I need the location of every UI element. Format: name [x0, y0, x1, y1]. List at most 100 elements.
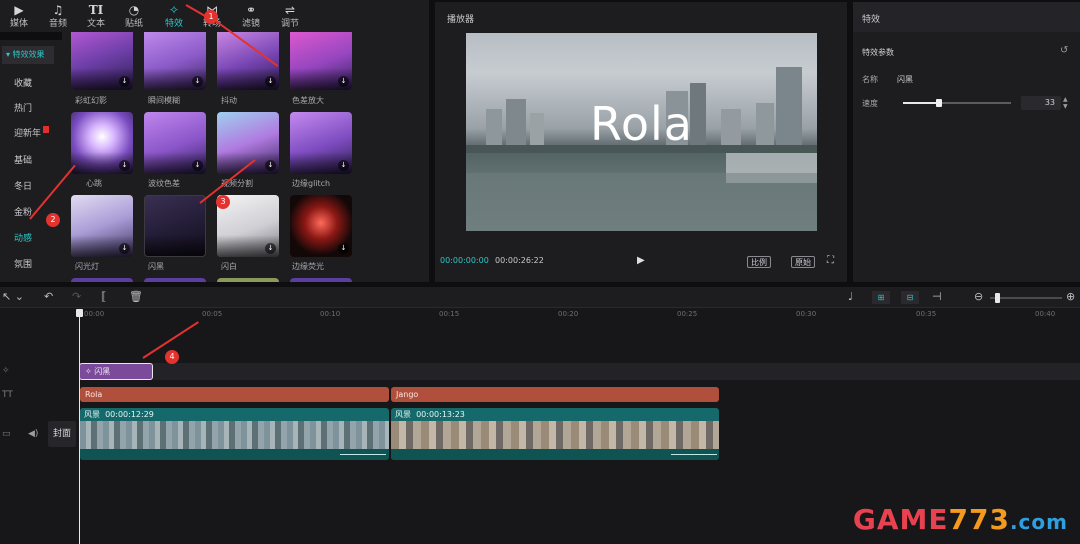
speed-stepper-icon[interactable]: ▲ ▼ — [1063, 96, 1068, 110]
audio-icon: ♫ — [52, 3, 64, 17]
filter-icon: ⚭ — [245, 3, 257, 17]
effect-card[interactable] — [144, 278, 206, 282]
download-icon[interactable]: ↓ — [265, 76, 276, 87]
effect-card[interactable]: ↓ — [71, 112, 133, 174]
download-icon[interactable]: ↓ — [119, 243, 130, 254]
effect-track-icon: ✧ — [2, 366, 10, 376]
playhead-handle[interactable] — [76, 309, 83, 317]
delete-icon[interactable]: 🗑 — [129, 290, 143, 304]
effect-label: 闪光灯 — [75, 262, 99, 271]
download-icon[interactable]: ↓ — [119, 76, 130, 87]
tool-media[interactable]: ▶ 媒体 — [1, 2, 37, 32]
total-time: 00:00:26:22 — [495, 256, 544, 265]
download-icon[interactable]: ↓ — [338, 160, 349, 171]
undo-icon[interactable]: ↶ — [44, 290, 53, 304]
text-track-icon: TT — [2, 390, 13, 400]
name-label: 名称 — [862, 75, 878, 84]
effect-grid: ↓ ↓ ↓ ↓ 彩虹幻影 瞬间模糊 抖动 色差放大 ↓ ↓ ↓ ↓ 心跳 波纹色… — [62, 32, 429, 282]
effect-card[interactable]: ↓ — [290, 112, 352, 174]
download-icon[interactable]: ↓ — [192, 160, 203, 171]
slider-handle[interactable] — [935, 99, 942, 107]
download-icon[interactable]: ↓ — [192, 76, 203, 87]
original-button[interactable]: 原始 — [791, 256, 815, 268]
effect-label: 色差放大 — [292, 96, 324, 105]
speed-input[interactable]: 33 — [1021, 96, 1061, 110]
tool-audio[interactable]: ♫ 音频 — [40, 2, 76, 32]
download-icon[interactable]: ↓ — [338, 76, 349, 87]
effect-category-list: ▾ 特效效果 收藏 热门 迎新年 基础 冬日 金粉 动感 氛围 — [0, 40, 62, 282]
microphone-icon[interactable]: ♩ — [848, 290, 853, 304]
effect-card[interactable]: ↓ — [71, 195, 133, 257]
category-item[interactable]: 收藏 — [14, 76, 32, 89]
category-item[interactable]: 金粉 — [14, 205, 32, 218]
effect-clip[interactable]: ✧ 闪黑 — [79, 363, 153, 380]
effect-card[interactable]: ↓ — [290, 195, 352, 257]
play-button[interactable]: ▶ — [637, 255, 645, 266]
video-editor-window: ▶媒体 ♫音频 TI文本 ◔贴纸 ✧特效 ⋈转场 ⚭滤镜 ⇌调节 ▾ 特效效果 … — [0, 0, 1080, 544]
effect-card[interactable]: ↓ — [71, 32, 133, 90]
download-icon[interactable]: ↓ — [119, 160, 130, 171]
reset-icon[interactable]: ↺ — [1060, 45, 1068, 56]
tool-text[interactable]: TI 文本 — [78, 2, 114, 32]
magnet-toggle-icon[interactable]: ⊞ — [872, 291, 890, 304]
select-tool-icon[interactable]: ↖ ⌄ — [2, 290, 24, 304]
speed-slider[interactable] — [903, 99, 1011, 107]
category-item[interactable]: 氛围 — [14, 257, 32, 270]
effect-card[interactable] — [290, 278, 352, 282]
effect-card-selected[interactable] — [144, 195, 206, 257]
tool-filter[interactable]: ⚭ 滤镜 — [233, 2, 269, 32]
category-item[interactable]: 基础 — [14, 153, 32, 166]
text-clip[interactable]: Jango — [391, 387, 719, 402]
category-item-selected[interactable]: 动感 — [14, 231, 32, 244]
preview-axis-icon[interactable]: ⊣ — [932, 290, 942, 304]
video-clip[interactable]: 风景 00:00:13:23 — [391, 408, 719, 460]
effect-label: 边缘荧光 — [292, 262, 324, 271]
step-badge: 1 — [204, 10, 218, 24]
effect-card[interactable] — [217, 278, 279, 282]
effect-label: 边缘glitch — [292, 179, 331, 188]
redo-icon[interactable]: ↷ — [72, 290, 81, 304]
effect-card[interactable]: ↓ — [144, 112, 206, 174]
category-header[interactable]: ▾ 特效效果 — [2, 46, 54, 64]
player-title: 播放器 — [447, 15, 475, 25]
current-time: 00:00:00:00 — [440, 256, 489, 265]
download-icon[interactable]: ↓ — [338, 243, 349, 254]
zoom-handle[interactable] — [995, 293, 1000, 303]
cover-button[interactable]: 封面 — [48, 421, 76, 447]
mute-icon[interactable]: ◀) — [28, 429, 38, 439]
effect-card[interactable]: ↓ — [144, 32, 206, 90]
tool-adjust[interactable]: ⇌ 调节 — [272, 2, 308, 32]
category-item[interactable]: 热门 — [14, 101, 32, 114]
effect-label: 抖动 — [221, 96, 237, 105]
properties-panel: 特效 特效参数 ↺ 名称 闪黑 速度 33 ▲ ▼ — [853, 2, 1080, 282]
effect-label: 瞬间模糊 — [148, 96, 180, 105]
category-item[interactable]: 冬日 — [14, 179, 32, 192]
video-thumbnails — [391, 421, 719, 449]
properties-title: 特效 — [862, 15, 881, 25]
time-ruler[interactable]: 00:00 00:05 00:10 00:15 00:20 00:25 00:3… — [0, 308, 1080, 322]
name-value: 闪黑 — [897, 75, 913, 84]
effect-label: 闪白 — [221, 262, 237, 271]
tool-sticker[interactable]: ◔ 贴纸 — [116, 2, 152, 32]
split-icon[interactable]: ⟦ — [101, 290, 106, 304]
effect-card[interactable]: ↓ — [290, 32, 352, 90]
video-preview[interactable]: Rola — [466, 33, 817, 231]
player-panel: 播放器 Rola 00:00:00:00 00:00:26:22 ▶ 比例 原始 — [435, 2, 847, 282]
download-icon[interactable]: ↓ — [265, 243, 276, 254]
link-toggle-icon[interactable]: ⊟ — [901, 291, 919, 304]
download-icon[interactable]: ↓ — [265, 160, 276, 171]
zoom-in-icon[interactable]: ⊕ — [1066, 290, 1075, 304]
video-clip[interactable]: 风景 00:00:12:29 — [80, 408, 389, 460]
zoom-slider[interactable] — [990, 293, 1062, 303]
step-badge: 2 — [46, 213, 60, 227]
zoom-out-icon[interactable]: ⊖ — [974, 290, 983, 304]
effect-card[interactable] — [71, 278, 133, 282]
fullscreen-icon[interactable]: ⛶ — [827, 255, 834, 266]
params-section-title: 特效参数 — [862, 48, 894, 57]
text-clip[interactable]: Rola — [80, 387, 389, 402]
category-item-new-year[interactable]: 迎新年 — [14, 126, 50, 139]
step-badge: 4 — [165, 350, 179, 364]
ratio-button[interactable]: 比例 — [747, 256, 771, 268]
step-badge: 3 — [216, 195, 230, 209]
adjust-icon: ⇌ — [284, 3, 296, 17]
